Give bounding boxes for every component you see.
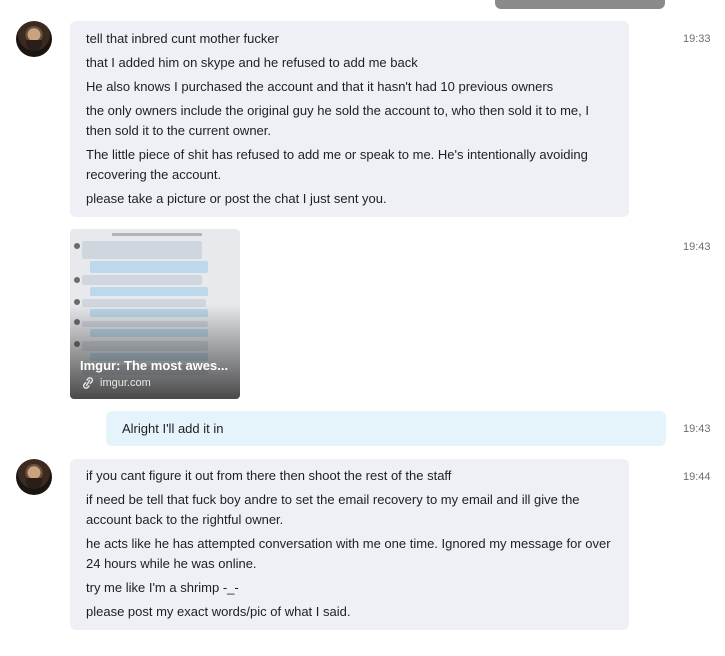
avatar[interactable] (16, 21, 52, 57)
message-timestamp: 19:43 (683, 423, 711, 435)
message-timestamp: 19:33 (683, 33, 711, 45)
message-bubble-incoming[interactable]: if you cant figure it out from there the… (70, 459, 629, 630)
chat-conversation: tell that inbred cunt mother fucker that… (0, 0, 725, 656)
message-text: he acts like he has attempted conversati… (86, 536, 611, 571)
link-preview-card[interactable]: Imgur: The most awes... imgur.com (70, 229, 240, 399)
message-text: please take a picture or post the chat I… (86, 191, 387, 206)
message-text: He also knows I purchased the account an… (86, 79, 554, 94)
avatar[interactable] (16, 459, 52, 495)
message-text: please post my exact words/pic of what I… (86, 604, 351, 619)
message-text: if you cant figure it out from there the… (86, 468, 452, 483)
link-icon (83, 377, 93, 389)
message-text: try me like I'm a shrimp -_- (86, 580, 239, 595)
link-preview-domain: imgur.com (100, 377, 151, 389)
message-text: The little piece of shit has refused to … (86, 147, 588, 182)
previous-message-stub (495, 0, 665, 9)
message-text: tell that inbred cunt mother fucker (86, 31, 279, 46)
message-text: Alright I'll add it in (122, 421, 224, 436)
message-text: the only owners include the original guy… (86, 103, 589, 138)
message-timestamp: 19:43 (683, 241, 711, 253)
message-text: that I added him on skype and he refused… (86, 55, 418, 70)
link-preview-title[interactable]: Imgur: The most awes... (80, 358, 235, 373)
message-bubble-outgoing[interactable]: Alright I'll add it in (106, 411, 666, 446)
message-bubble-incoming[interactable]: tell that inbred cunt mother fucker that… (70, 21, 629, 217)
message-timestamp: 19:44 (683, 471, 711, 483)
message-text: if need be tell that fuck boy andre to s… (86, 492, 580, 527)
